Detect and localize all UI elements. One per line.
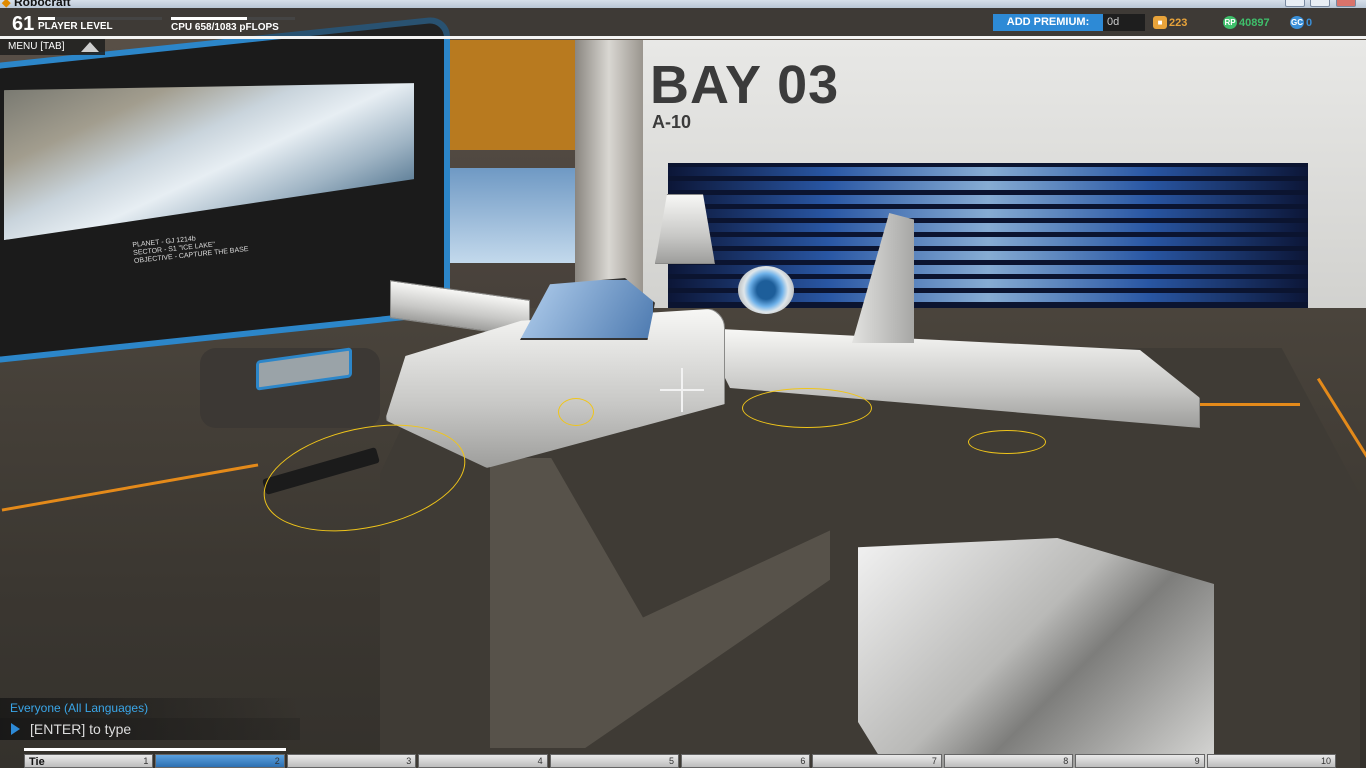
- rp-value: 40897: [1239, 16, 1270, 29]
- jet-engine[interactable]: [738, 266, 794, 314]
- top-hud: 61 PLAYER LEVEL CPU 658/1083 pFLOPS ADD …: [0, 8, 1366, 38]
- close-button[interactable]: [1336, 0, 1356, 7]
- hotbar-slot-number: 3: [406, 756, 412, 766]
- rp-counter[interactable]: RP 40897: [1223, 16, 1270, 29]
- cpu-usage: CPU 658/1083 pFLOPS: [171, 22, 279, 33]
- mission-monitor: [0, 15, 450, 365]
- hotbar-slot-10[interactable]: 10: [1206, 754, 1337, 768]
- crate-icon: ■: [1153, 16, 1167, 29]
- gc-value: 0: [1306, 16, 1313, 29]
- hotbar-slot-1[interactable]: Tie 1: [24, 754, 154, 768]
- add-premium-button[interactable]: ADD PREMIUM:: [993, 14, 1103, 31]
- hud-divider: [0, 36, 1366, 39]
- bay-title: BAY 03: [650, 55, 840, 115]
- bay-robot-name: A-10: [652, 112, 692, 132]
- player-level-label: PLAYER LEVEL: [38, 21, 113, 32]
- minimize-button[interactable]: [1285, 0, 1305, 7]
- menu-arrow-icon: [81, 42, 99, 52]
- chat-input-placeholder: [ENTER] to type: [30, 721, 132, 737]
- garage-scene[interactable]: PLANET - GJ 1214b SECTOR - S1 "ICE LAKE"…: [0, 8, 1366, 768]
- player-level-value: 61: [12, 13, 35, 35]
- gc-counter[interactable]: GC 0: [1290, 16, 1312, 29]
- menu-tab-button[interactable]: MENU [TAB]: [0, 39, 105, 55]
- crates-value: 223: [1169, 16, 1188, 29]
- hotbar-slot-5[interactable]: 5: [549, 754, 680, 768]
- held-cube: [858, 538, 1214, 768]
- window-panel: [440, 168, 580, 263]
- hotbar-slot-number: 10: [1321, 756, 1332, 766]
- rp-icon: RP: [1223, 16, 1237, 29]
- premium-widget[interactable]: ADD PREMIUM: 0d: [993, 14, 1145, 31]
- rotation-gizmo[interactable]: [968, 430, 1046, 454]
- maximize-button[interactable]: [1310, 0, 1330, 7]
- hotbar-slot-3[interactable]: 3: [286, 754, 417, 768]
- planet-preview-image: [4, 47, 414, 240]
- hotbar-selection-indicator: [24, 748, 286, 751]
- crosshair-icon: [660, 368, 704, 412]
- hotbar-slot-number: 5: [669, 756, 675, 766]
- hotbar: Tie 1 2 3 4 5 6 7 8 9 10: [24, 754, 1337, 768]
- cpu-bar: [171, 17, 295, 20]
- window-titlebar: ◆ Robocraft: [0, 0, 1366, 8]
- wall-panel: [440, 40, 580, 150]
- hotbar-slot-4[interactable]: 4: [418, 754, 548, 768]
- hotbar-slot-number: 4: [537, 756, 543, 766]
- robocraft-logo-icon: ◆: [2, 0, 11, 8]
- rotation-gizmo[interactable]: [742, 388, 872, 428]
- rotation-gizmo[interactable]: [558, 398, 594, 426]
- hotbar-slot-number: 9: [1194, 756, 1200, 766]
- hotbar-slot-number: 6: [800, 756, 806, 766]
- hotbar-slot-2[interactable]: 2: [155, 754, 285, 768]
- premium-days: 0d: [1103, 14, 1145, 31]
- console-screen: [256, 347, 352, 391]
- crates-counter[interactable]: ■ 223: [1153, 16, 1187, 29]
- console: [200, 347, 380, 428]
- chat-channel[interactable]: Everyone (All Languages): [0, 698, 300, 718]
- hotbar-slot-number: 1: [143, 756, 149, 766]
- window-title: Robocraft: [14, 0, 71, 8]
- chat-input[interactable]: [ENTER] to type: [0, 718, 300, 740]
- hotbar-slot-number: 8: [1063, 756, 1069, 766]
- gc-icon: GC: [1290, 16, 1304, 29]
- hotbar-slot-6[interactable]: 6: [681, 754, 811, 768]
- hotbar-slot-8[interactable]: 8: [943, 754, 1074, 768]
- menu-tab-label: MENU [TAB]: [8, 41, 65, 52]
- chat-arrow-icon: [11, 723, 20, 735]
- hotbar-slot-7[interactable]: 7: [812, 754, 942, 768]
- level-progress-bar: [38, 17, 162, 20]
- hotbar-slot-9[interactable]: 9: [1075, 754, 1205, 768]
- hotbar-slot-name: Tie: [29, 756, 45, 768]
- hotbar-slot-number: 7: [931, 756, 937, 766]
- hotbar-slot-number: 2: [274, 756, 280, 766]
